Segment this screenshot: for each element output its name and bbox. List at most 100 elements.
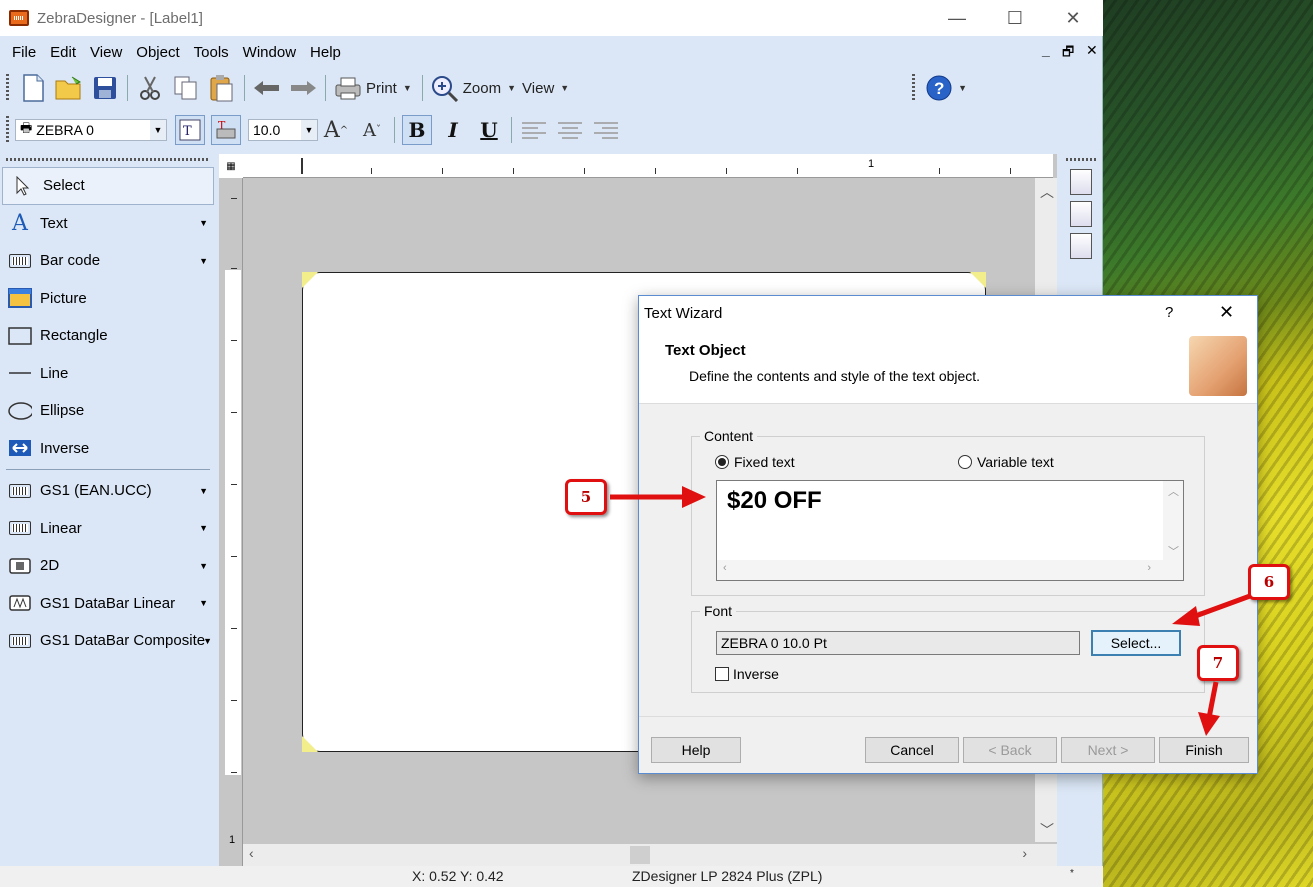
help-icon[interactable]: ? [924,73,954,103]
chevron-down-icon[interactable]: ▼ [199,598,208,608]
chevron-down-icon[interactable]: ▼ [150,120,166,140]
horizontal-scrollbar[interactable]: ‹ › [243,844,1057,866]
scroll-thumb[interactable] [630,846,650,864]
tool-line[interactable]: Line [0,355,216,393]
chevron-down-icon[interactable]: ▼ [199,256,208,266]
menu-window[interactable]: Window [243,44,296,61]
help-dropdown-icon[interactable]: ▼ [958,83,967,93]
tool-text[interactable]: A Text ▼ [0,205,216,243]
zoom-button[interactable]: Zoom [463,80,501,97]
menu-view[interactable]: View [90,44,122,61]
tool-gs1-ean[interactable]: GS1 (EAN.UCC) ▼ [0,472,216,510]
tool-barcode[interactable]: Bar code ▼ [0,242,216,280]
chevron-left-icon[interactable]: ‹ [723,562,727,574]
maximize-button[interactable]: ☐ [986,0,1044,36]
chevron-up-icon[interactable]: ︿ [1168,483,1179,499]
view-button[interactable]: View [522,80,554,97]
mdi-close-button[interactable]: ✕ [1086,42,1098,59]
chevron-down-icon[interactable]: ▼ [301,120,317,140]
undo-icon[interactable] [252,73,282,103]
paste-icon[interactable] [207,73,237,103]
next-button[interactable]: Next > [1061,737,1155,763]
menu-bar: File Edit View Object Tools Window Help [0,36,1103,68]
scroll-up-icon[interactable]: ︿ [1040,182,1054,202]
align-middle-icon[interactable] [1070,201,1092,227]
cut-icon[interactable] [135,73,165,103]
menu-help[interactable]: Help [310,44,341,61]
underline-button[interactable]: U [474,115,504,145]
chevron-down-icon[interactable]: ▼ [199,523,208,533]
minimize-button[interactable]: — [928,0,986,36]
text-mode-icon[interactable]: T [175,115,205,145]
scroll-right-icon[interactable]: › [1022,845,1027,861]
new-file-icon[interactable] [18,73,48,103]
tool-rectangle[interactable]: Rectangle [0,317,216,355]
tool-picture[interactable]: Picture [0,280,216,318]
printer-font-combo[interactable]: 🖶 ZEBRA 0 ▼ [15,119,167,141]
tool-select[interactable]: Select [2,167,214,205]
variable-text-radio[interactable]: Variable text [958,454,1054,470]
text-horizontal-scrollbar[interactable]: ‹ › [717,560,1183,580]
shrink-font-icon[interactable]: Aˇ [357,115,387,145]
tool-inverse[interactable]: Inverse [0,430,216,468]
font-name-value: ZEBRA 0 [36,122,94,138]
tool-gs1-databar-composite[interactable]: GS1 DataBar Composite ▼ [0,622,216,660]
mdi-restore-button[interactable]: 🗗 [1062,43,1074,65]
ruler-corner-icon[interactable]: ▦ [219,154,243,178]
select-font-button[interactable]: Select... [1091,630,1181,656]
italic-button[interactable]: I [438,115,468,145]
printer-font-mode-icon[interactable]: T [211,115,241,145]
print-icon[interactable] [333,73,363,103]
print-button[interactable]: Print [366,80,397,97]
font-size-combo[interactable]: 10.0 ▼ [248,119,318,141]
back-button[interactable]: < Back [963,737,1057,763]
redo-icon[interactable] [288,73,318,103]
dialog-help-button[interactable]: ? [1165,304,1173,321]
tool-linear[interactable]: Linear ▼ [0,510,216,548]
inverse-checkbox[interactable]: Inverse [715,666,779,682]
mdi-minimize-button[interactable]: _ [1042,42,1050,58]
chevron-down-icon[interactable]: ▼ [199,561,208,571]
zoom-dropdown-icon[interactable]: ▼ [507,83,516,93]
text-vertical-scrollbar[interactable]: ︿ ﹀ [1163,481,1183,561]
help-button[interactable]: Help [651,737,741,763]
chevron-right-icon[interactable]: › [1147,562,1151,574]
zoom-icon[interactable] [430,73,460,103]
tool-gs1-databar-linear[interactable]: GS1 DataBar Linear ▼ [0,585,216,623]
fixed-text-input[interactable]: $20 OFF ︿ ﹀ ‹ › [716,480,1184,581]
align-top-icon[interactable] [1070,169,1092,195]
align-left-icon[interactable] [519,115,549,145]
scroll-left-icon[interactable]: ‹ [249,845,254,861]
grow-font-icon[interactable]: A ^ [321,115,351,145]
chevron-down-icon[interactable]: ▼ [203,636,212,646]
cancel-button[interactable]: Cancel [865,737,959,763]
print-dropdown-icon[interactable]: ▼ [403,83,412,93]
menu-object[interactable]: Object [136,44,179,61]
open-folder-icon[interactable] [54,73,84,103]
qr-code-icon [8,556,32,576]
chevron-down-icon[interactable]: ▼ [199,486,208,496]
align-right-icon[interactable] [591,115,621,145]
fixed-text-radio[interactable]: Fixed text [715,454,795,470]
tool-ellipse[interactable]: Ellipse [0,392,216,430]
content-group-title: Content [700,428,758,444]
save-icon[interactable] [90,73,120,103]
chevron-down-icon[interactable]: ▼ [199,218,208,228]
chevron-down-icon[interactable]: ﹀ [1168,543,1179,559]
menu-edit[interactable]: Edit [50,44,76,61]
close-button[interactable]: ✕ [1044,0,1102,36]
dialog-close-button[interactable]: ✕ [1219,302,1234,323]
finish-button[interactable]: Finish [1159,737,1249,763]
bold-button[interactable]: B [402,115,432,145]
toolbar2-grip[interactable] [6,116,9,144]
menu-file[interactable]: File [12,44,36,61]
align-bottom-icon[interactable] [1070,233,1092,259]
align-center-icon[interactable] [555,115,585,145]
inverse-icon [8,438,32,458]
copy-icon[interactable] [171,73,201,103]
tool-2d[interactable]: 2D ▼ [0,547,216,585]
toolbar-grip[interactable] [6,74,9,102]
scroll-down-icon[interactable]: ﹀ [1040,820,1054,840]
view-dropdown-icon[interactable]: ▼ [560,83,569,93]
menu-tools[interactable]: Tools [194,44,229,61]
